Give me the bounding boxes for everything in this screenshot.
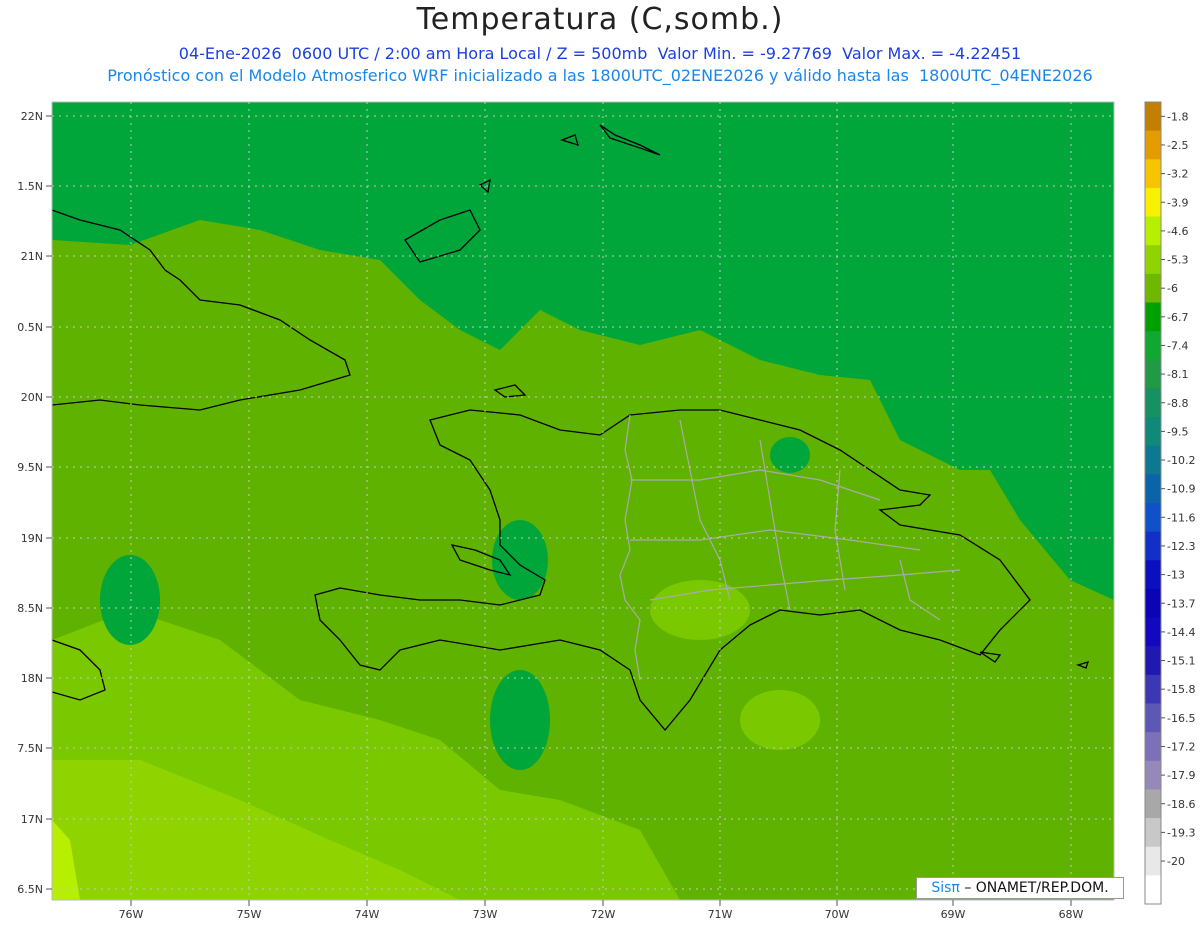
colorbar-swatch	[1145, 102, 1161, 132]
temperature-map: 22N 1.5N 21N 0.5N 20N 9.5N 19N 8.5N 18N …	[17, 101, 1195, 921]
colorbar-swatch	[1145, 588, 1161, 619]
colorbar-label: -12.3	[1167, 540, 1195, 553]
colorbar-label: -17.9	[1167, 769, 1195, 782]
colorbar-swatch	[1145, 818, 1161, 848]
colorbar-swatch	[1145, 159, 1161, 189]
colorbar-swatch	[1145, 216, 1161, 246]
colorbar-swatch	[1145, 560, 1161, 590]
colorbar: -1.8 -2.5 -3.2 -3.9 -4.6 -5.3 -6 -6.7 -7.4 -8.1 -8…	[1144, 101, 1195, 905]
lon-label: 70W	[825, 908, 850, 921]
lat-label: 22N	[21, 110, 43, 123]
colorbar-swatch	[1145, 359, 1161, 389]
colorbar-swatch	[1145, 760, 1161, 790]
colorbar-label: -3.2	[1167, 168, 1188, 181]
colorbar-label: -19.3	[1167, 826, 1195, 839]
temperature-field	[52, 102, 1114, 900]
colorbar-swatch	[1145, 130, 1161, 160]
colorbar-label: -8.8	[1167, 397, 1188, 410]
colorbar-label: -1.8	[1167, 110, 1188, 123]
lat-label: 8.5N	[17, 602, 43, 615]
colorbar-label: -17.2	[1167, 740, 1195, 753]
lon-label: 76W	[119, 908, 144, 921]
lon-label: 74W	[355, 908, 380, 921]
lat-label: 6.5N	[17, 883, 43, 896]
lat-label: 1.5N	[17, 180, 43, 193]
colorbar-label: -3.9	[1167, 196, 1188, 209]
lon-label: 68W	[1059, 908, 1084, 921]
colorbar-label: -13	[1167, 569, 1185, 582]
lat-label: 9.5N	[17, 461, 43, 474]
colorbar-swatch	[1145, 503, 1161, 533]
colorbar-swatch	[1145, 875, 1161, 905]
colorbar-label: -15.8	[1167, 683, 1195, 696]
colorbar-swatch	[1145, 388, 1161, 418]
lat-label: 20N	[21, 391, 43, 404]
colorbar-label: -6.7	[1167, 311, 1188, 324]
colorbar-swatch	[1145, 474, 1161, 504]
lat-label: 0.5N	[17, 321, 43, 334]
lon-label: 69W	[941, 908, 966, 921]
colorbar-swatch	[1145, 732, 1161, 762]
longitude-axis	[130, 900, 1072, 906]
colorbar-swatch	[1145, 846, 1161, 876]
field-patch	[100, 555, 160, 645]
colorbar-swatch	[1145, 331, 1161, 361]
colorbar-swatch	[1145, 245, 1161, 275]
field-patch	[650, 580, 750, 640]
lat-label: 21N	[21, 250, 43, 263]
lat-label: 19N	[21, 532, 43, 545]
colorbar-swatch	[1145, 417, 1161, 447]
colorbar-swatch	[1145, 674, 1161, 704]
latitude-axis	[46, 115, 52, 890]
colorbar-label: -9.5	[1167, 425, 1188, 438]
credit-box: Sisπ – ONAMET/REP.DOM.	[916, 877, 1124, 899]
colorbar-swatch	[1145, 617, 1161, 647]
lon-label: 72W	[591, 908, 616, 921]
colorbar-label: -10.2	[1167, 454, 1195, 467]
colorbar-swatch	[1145, 789, 1161, 819]
colorbar-label: -7.4	[1167, 339, 1188, 352]
colorbar-label: -14.4	[1167, 626, 1195, 639]
colorbar-label: -16.5	[1167, 712, 1195, 725]
lon-label: 73W	[473, 908, 498, 921]
lat-label: 7.5N	[17, 742, 43, 755]
field-patch	[770, 437, 810, 473]
colorbar-swatch	[1145, 531, 1161, 561]
credit-text: – ONAMET/REP.DOM.	[964, 880, 1109, 896]
colorbar-label: -2.5	[1167, 139, 1188, 152]
sispi-logo: Sisπ	[931, 880, 960, 896]
colorbar-label: -11.6	[1167, 511, 1195, 524]
colorbar-label: -5.3	[1167, 254, 1188, 267]
colorbar-label: -18.6	[1167, 798, 1195, 811]
field-patch	[490, 670, 550, 770]
colorbar-label: -8.1	[1167, 368, 1188, 381]
colorbar-swatch	[1145, 703, 1161, 733]
colorbar-label: -10.9	[1167, 483, 1195, 496]
colorbar-swatch	[1145, 302, 1161, 332]
field-patch	[740, 690, 820, 750]
lat-label: 18N	[21, 672, 43, 685]
lat-label: 17N	[21, 813, 43, 826]
lon-label: 75W	[237, 908, 262, 921]
lon-label: 71W	[708, 908, 733, 921]
colorbar-swatch	[1145, 646, 1161, 676]
colorbar-label: -4.6	[1167, 225, 1188, 238]
colorbar-label: -13.7	[1167, 597, 1195, 610]
colorbar-label: -6	[1167, 282, 1178, 295]
colorbar-swatch	[1145, 273, 1161, 303]
colorbar-swatch	[1145, 445, 1161, 475]
colorbar-swatch	[1145, 187, 1161, 218]
colorbar-label: -15.1	[1167, 655, 1195, 668]
colorbar-label: -20	[1167, 855, 1185, 868]
